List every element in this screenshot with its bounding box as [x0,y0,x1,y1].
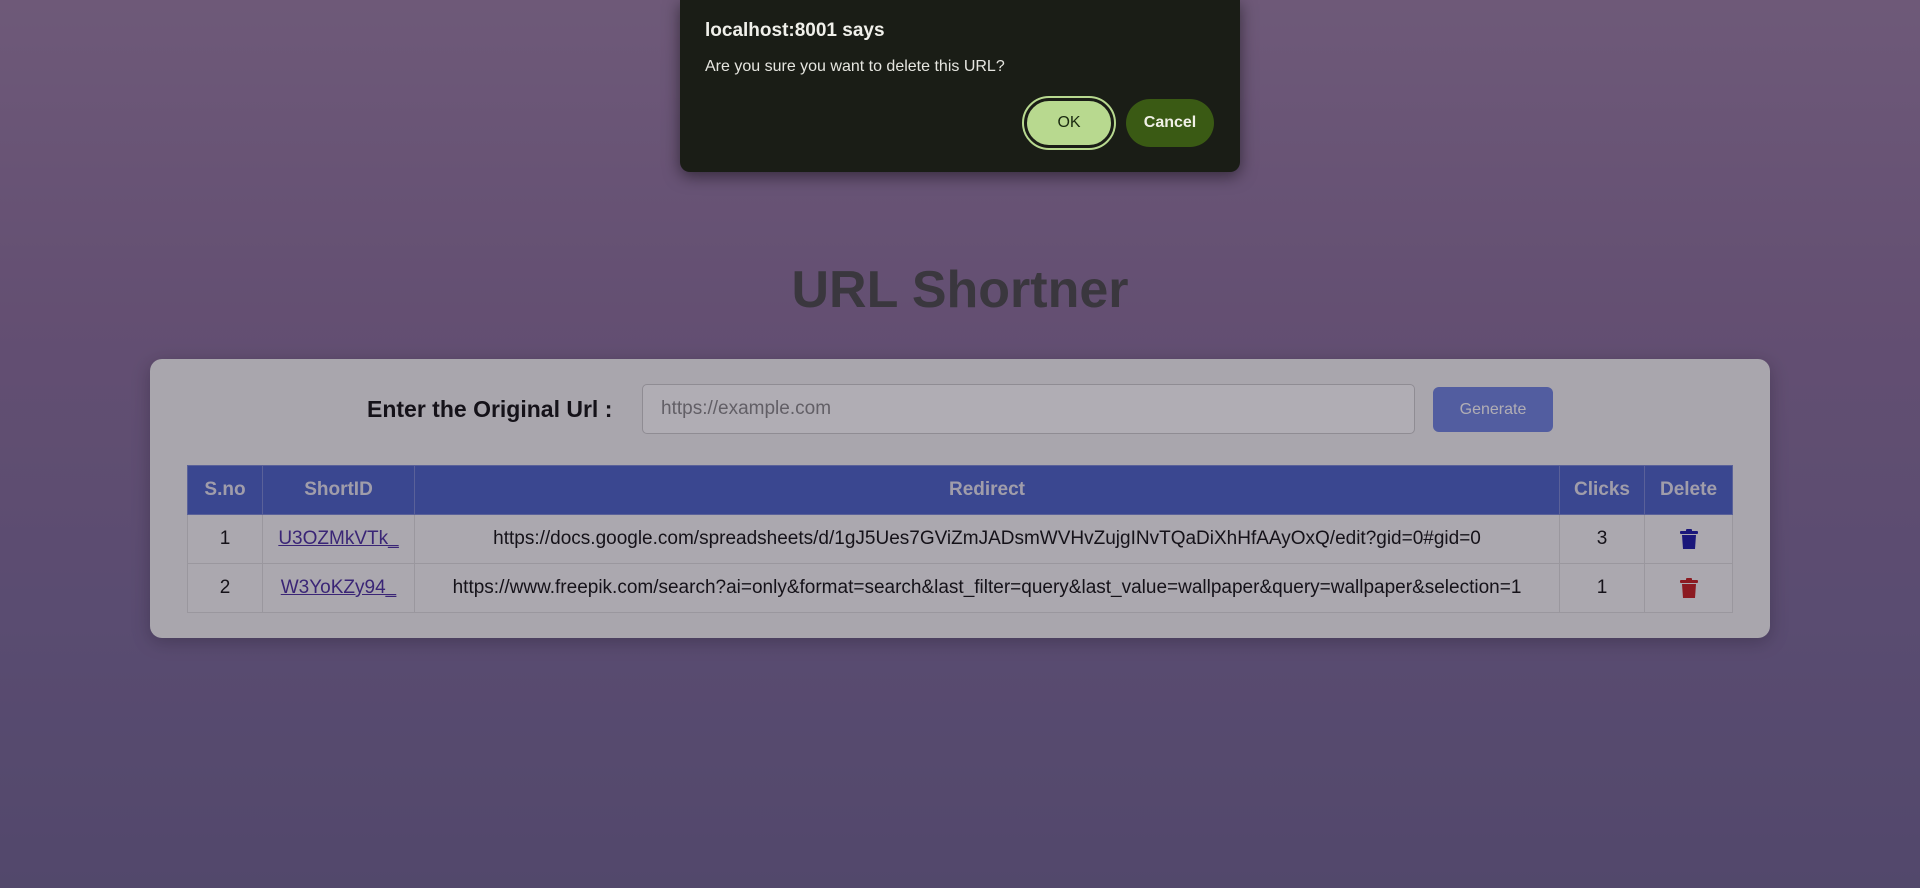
dialog-title: localhost:8001 says [705,20,885,41]
dialog-message: Are you sure you want to delete this URL… [705,58,1005,75]
ok-button[interactable]: OK [1022,96,1116,150]
confirm-dialog: localhost:8001 says Are you sure you wan… [680,0,1240,172]
cancel-button[interactable]: Cancel [1126,99,1214,147]
